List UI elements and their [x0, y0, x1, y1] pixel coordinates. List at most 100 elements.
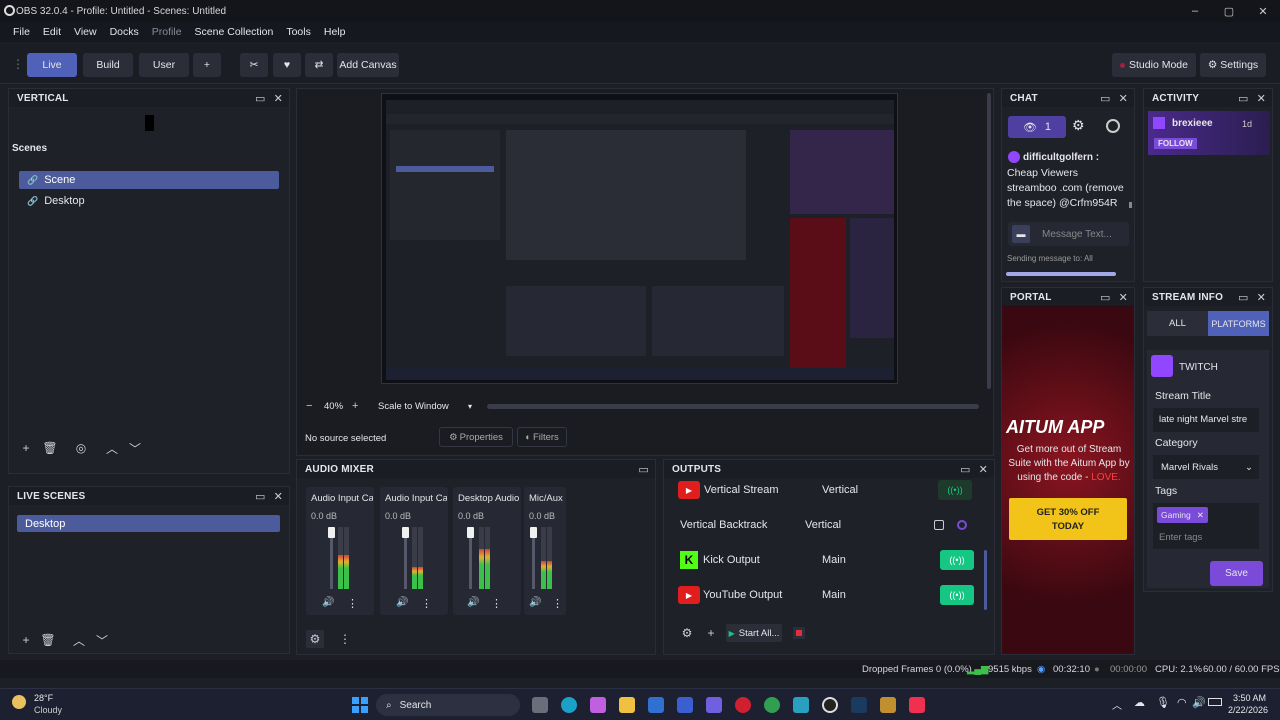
move-down-button[interactable]: ﹀ — [93, 631, 111, 649]
close-button[interactable]: ✕ — [1246, 5, 1280, 18]
chat-settings-icon[interactable]: ⚙ — [1072, 117, 1085, 134]
tray-chevron-icon[interactable]: ︿ — [1112, 697, 1122, 712]
menu-tools[interactable]: Tools — [286, 26, 311, 38]
build-button[interactable]: Build — [83, 53, 133, 77]
float-icon[interactable]: ▭ — [1100, 92, 1111, 105]
float-icon[interactable]: ▭ — [255, 92, 266, 105]
tab-all[interactable]: ALL — [1147, 311, 1208, 336]
float-icon[interactable]: ▭ — [960, 463, 971, 476]
clock-time[interactable]: 3:50 AM — [1233, 693, 1266, 703]
fader-knob[interactable] — [530, 527, 537, 538]
close-icon[interactable]: ✕ — [1119, 291, 1128, 304]
file-explorer-icon[interactable] — [619, 697, 635, 713]
zoom-out-button[interactable]: − — [306, 400, 312, 412]
task-view-icon[interactable] — [532, 697, 548, 713]
chat-input[interactable]: ▬ Message Text... — [1008, 222, 1129, 246]
mute-icon[interactable]: 🔊 — [396, 597, 408, 608]
mute-icon[interactable]: 🔊 — [467, 597, 479, 608]
chat-mod-icon[interactable] — [1106, 119, 1120, 133]
clock-date[interactable]: 2/22/2026 — [1228, 705, 1268, 715]
stream-title-input[interactable]: late night Marvel stre — [1153, 408, 1259, 432]
float-icon[interactable]: ▭ — [1238, 291, 1249, 304]
volume-icon[interactable]: 🔊 — [1192, 696, 1206, 709]
opera-icon[interactable] — [735, 697, 751, 713]
canvas-preview[interactable] — [381, 93, 898, 384]
tag-chip[interactable]: Gaming ✕ — [1157, 507, 1208, 523]
fader-knob[interactable] — [467, 527, 474, 538]
shuffle-icon[interactable]: ⇄ — [305, 53, 333, 77]
tags-input[interactable]: Gaming ✕ Enter tags — [1153, 503, 1259, 549]
aitum-ad[interactable]: AITUM APP Get more out of Stream Suite w… — [1002, 307, 1134, 654]
float-icon[interactable]: ▭ — [255, 490, 266, 503]
app-icon[interactable] — [706, 697, 722, 713]
close-icon[interactable]: ✕ — [1119, 92, 1128, 105]
chrome-icon[interactable] — [764, 697, 780, 713]
wifi-icon[interactable]: ◠ — [1177, 696, 1187, 709]
user-button[interactable]: User — [139, 53, 189, 77]
close-icon[interactable]: ✕ — [1257, 92, 1266, 105]
fader-knob[interactable] — [328, 527, 335, 538]
save-button[interactable]: Save — [1210, 561, 1263, 586]
aitum-cta-button[interactable]: GET 30% OFF TODAY — [1009, 498, 1127, 540]
vertical-scrollbar[interactable] — [987, 93, 991, 389]
studio-mode-button[interactable]: Studio Mode — [1112, 53, 1196, 77]
store-icon[interactable] — [648, 697, 664, 713]
scene-item-desktop[interactable]: 🔗 Desktop — [27, 195, 85, 207]
app-icon[interactable] — [677, 697, 693, 713]
delete-scene-button[interactable]: 🗑 — [39, 631, 57, 649]
horizontal-scrollbar[interactable] — [487, 404, 979, 409]
properties-button[interactable]: ⚙ Properties — [439, 427, 513, 447]
steam-icon[interactable] — [851, 697, 867, 713]
menu-file[interactable]: File — [13, 26, 30, 38]
menu-scene-collection[interactable]: Scene Collection — [195, 26, 274, 38]
menu-view[interactable]: View — [74, 26, 97, 38]
battery-icon[interactable] — [1208, 698, 1222, 706]
move-down-button[interactable]: ﹀ — [126, 439, 144, 457]
music-icon[interactable] — [909, 697, 925, 713]
mic-icon[interactable]: 🎙 — [1156, 696, 1170, 709]
live-button[interactable]: Live — [27, 53, 77, 77]
close-icon[interactable]: ✕ — [274, 490, 283, 503]
menu-edit[interactable]: Edit — [43, 26, 61, 38]
add-mode-button[interactable]: + — [193, 53, 221, 77]
close-icon[interactable]: ✕ — [274, 92, 283, 105]
mute-icon[interactable]: 🔊 — [322, 597, 334, 608]
live-scene-item[interactable]: Desktop — [17, 515, 280, 532]
category-dropdown[interactable]: Marvel Rivals ⌄ — [1153, 455, 1259, 479]
windows-start-icon[interactable] — [352, 697, 368, 713]
app-icon[interactable] — [793, 697, 809, 713]
more-options-icon[interactable]: ⋮ — [421, 597, 432, 610]
menu-help[interactable]: Help — [324, 26, 346, 38]
menu-profile[interactable]: Profile — [152, 26, 182, 38]
more-options-icon[interactable]: ⋮ — [491, 597, 502, 610]
app-icon[interactable] — [880, 697, 896, 713]
delete-scene-button[interactable]: 🗑 — [41, 439, 59, 457]
menu-docks[interactable]: Docks — [110, 26, 139, 38]
close-icon[interactable]: ✕ — [979, 463, 988, 476]
more-options-icon[interactable]: ⋮ — [552, 597, 563, 610]
tab-platforms[interactable]: PLATFORMS — [1208, 311, 1269, 336]
backtrack-checkbox[interactable] — [934, 520, 944, 530]
scene-item-scene[interactable]: 🔗 Scene — [19, 171, 279, 189]
filter-icon[interactable]: ◎ — [72, 439, 90, 457]
move-up-button[interactable]: ︿ — [70, 631, 88, 649]
settings-button[interactable]: ⚙ Settings — [1200, 53, 1266, 77]
tools-icon[interactable]: ✂ — [240, 53, 268, 77]
mute-icon[interactable]: 🔊 — [529, 597, 541, 608]
move-up-button[interactable]: ︿ — [103, 439, 121, 457]
add-scene-button[interactable]: + — [17, 631, 35, 649]
chat-scrollbar[interactable] — [1129, 202, 1132, 208]
obs-taskbar-icon[interactable] — [822, 697, 838, 713]
cloud-icon[interactable]: ☁ — [1134, 696, 1145, 709]
close-icon[interactable]: ✕ — [1257, 291, 1266, 304]
mixer-more-icon[interactable]: ⋮ — [336, 630, 354, 648]
edge-icon[interactable] — [561, 697, 577, 713]
add-output-button[interactable]: + — [702, 624, 720, 642]
taskbar-search[interactable]: ⌕ Search — [376, 694, 520, 716]
add-scene-button[interactable]: + — [17, 439, 35, 457]
start-all-button[interactable]: ▶ Start All... — [726, 624, 782, 642]
copilot-icon[interactable] — [590, 697, 606, 713]
fader-knob[interactable] — [402, 527, 409, 538]
mixer-settings-button[interactable]: ⚙ — [306, 630, 324, 648]
minimize-button[interactable]: – — [1178, 5, 1212, 18]
